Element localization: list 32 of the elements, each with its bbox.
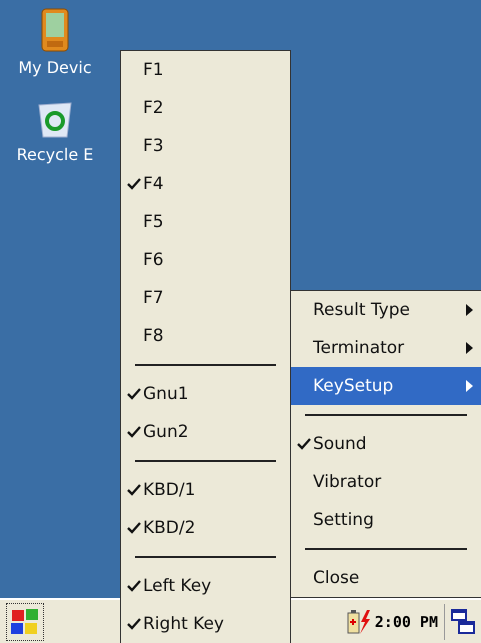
menu-item[interactable]: KBD/1	[121, 471, 290, 509]
menu-item[interactable]: F2	[121, 89, 290, 127]
start-button[interactable]	[6, 602, 44, 640]
menu-item[interactable]: Result Type	[291, 291, 481, 329]
menu-item[interactable]: Vibrator	[291, 463, 481, 501]
menu-item[interactable]: F4	[121, 165, 290, 203]
battery-charging-icon	[346, 608, 371, 634]
clock[interactable]: 2:00 PM	[374, 612, 438, 630]
menu-item[interactable]: Right Key	[121, 605, 290, 643]
submenu-arrow-icon	[466, 380, 473, 392]
menu-item[interactable]: F1	[121, 51, 290, 89]
desktop-icon-label[interactable]: Recycle E	[16, 145, 94, 164]
menu-item[interactable]: Close	[291, 559, 481, 597]
submenu-arrow-icon	[466, 304, 473, 316]
menu-item[interactable]: Sound	[291, 425, 481, 463]
menu-item[interactable]: Terminator	[291, 329, 481, 367]
menu-item[interactable]: F6	[121, 241, 290, 279]
menu-item[interactable]: Gnu1	[121, 375, 290, 413]
menu-item[interactable]: Gun2	[121, 413, 290, 451]
menu-item[interactable]: F7	[121, 279, 290, 317]
menu-item[interactable]: F5	[121, 203, 290, 241]
menu-item[interactable]: F3	[121, 127, 290, 165]
submenu-arrow-icon	[466, 342, 473, 354]
desktop-icon-label[interactable]: My Devic	[18, 58, 92, 77]
menu-item[interactable]: KeySetup	[291, 367, 481, 405]
menu-item[interactable]: Left Key	[121, 567, 290, 605]
windows-icon[interactable]	[451, 608, 475, 634]
flag-logo-icon	[10, 606, 40, 636]
menu-item[interactable]: F8	[121, 317, 290, 355]
menu-item[interactable]: Setting	[291, 501, 481, 539]
menu-item[interactable]: KBD/2	[121, 509, 290, 547]
handheld-device-icon	[41, 8, 69, 52]
